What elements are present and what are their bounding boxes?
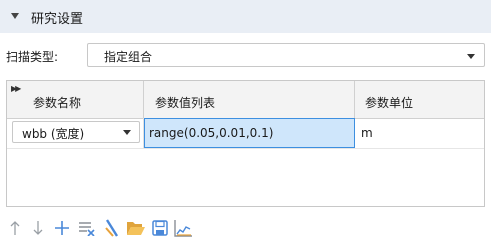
- range-icon[interactable]: [102, 218, 122, 238]
- move-down-icon[interactable]: [28, 218, 48, 238]
- clear-table-icon[interactable]: [77, 218, 97, 238]
- sweep-type-select[interactable]: 指定组合: [87, 43, 485, 67]
- study-settings-header[interactable]: 研究设置: [0, 0, 491, 33]
- parameter-name-value: wbb (宽度): [22, 127, 85, 141]
- parameter-name-select[interactable]: wbb (宽度): [12, 121, 140, 143]
- table-header: ▶▶ 参数名称 参数值列表 参数单位: [7, 81, 484, 119]
- move-up-icon[interactable]: [5, 218, 25, 238]
- collapse-caret-icon[interactable]: [11, 13, 19, 19]
- parameter-table: ▶▶ 参数名称 参数值列表 参数单位 wbb (宽度) m: [6, 80, 485, 207]
- parameter-value-input[interactable]: [144, 118, 355, 148]
- plot-icon[interactable]: [173, 218, 193, 238]
- load-from-file-icon[interactable]: [126, 218, 146, 238]
- parameter-name-cell[interactable]: wbb (宽度): [7, 118, 144, 148]
- table-row[interactable]: wbb (宽度) m: [7, 118, 484, 149]
- save-to-file-icon[interactable]: [150, 218, 170, 238]
- fast-forward-icon[interactable]: ▶▶: [11, 84, 21, 93]
- chevron-down-icon: [467, 54, 475, 59]
- column-header-label: 参数值列表: [155, 96, 216, 110]
- sweep-type-label: 扫描类型:: [6, 50, 59, 64]
- parameter-unit-cell[interactable]: m: [355, 118, 484, 148]
- column-header-unit[interactable]: 参数单位: [355, 81, 484, 118]
- column-header-label: 参数名称: [33, 96, 82, 110]
- column-header-value-list[interactable]: 参数值列表: [144, 81, 355, 118]
- chevron-down-icon: [123, 130, 131, 135]
- column-header-parameter-name[interactable]: ▶▶ 参数名称: [7, 81, 144, 118]
- table-toolbar: [0, 212, 491, 243]
- section-title: 研究设置: [31, 12, 84, 27]
- column-header-label: 参数单位: [365, 96, 414, 110]
- parameter-value-cell[interactable]: [144, 118, 355, 148]
- sweep-type-value: 指定组合: [104, 50, 153, 64]
- parameter-unit-value: m: [361, 126, 373, 140]
- add-icon[interactable]: [52, 218, 72, 238]
